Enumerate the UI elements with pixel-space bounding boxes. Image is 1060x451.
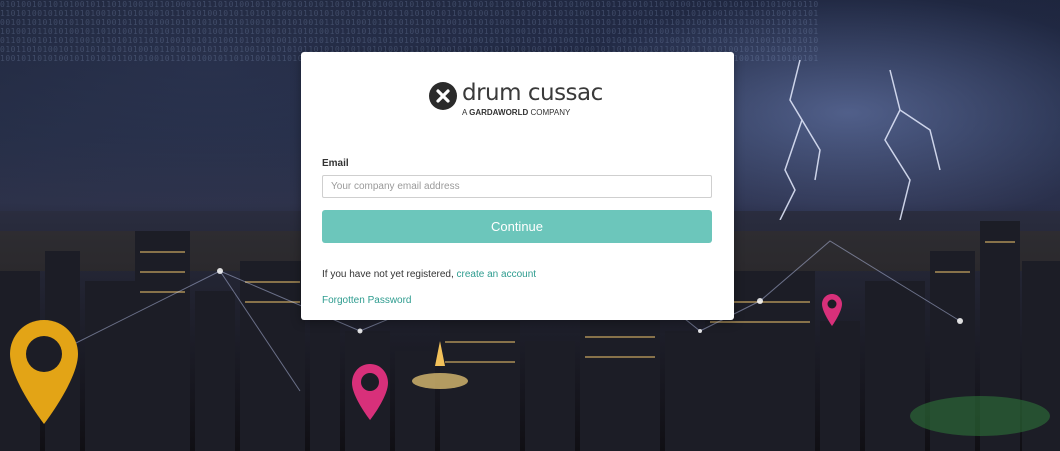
logo-wordmark: drum cussac — [462, 80, 603, 106]
register-text: If you have not yet registered, — [322, 269, 457, 280]
email-label: Email — [322, 158, 349, 169]
create-account-link[interactable]: create an account — [457, 269, 537, 280]
login-page: 0101001011010100101110101001011010001011… — [0, 0, 1060, 451]
drum-cussac-logo-icon — [429, 82, 457, 110]
logo-tagline: A GARDAWORLD COMPANY — [462, 108, 571, 117]
pink-map-pin-icon — [352, 364, 388, 420]
email-input[interactable] — [322, 175, 712, 198]
red-map-pin-icon — [822, 294, 842, 326]
company-logo: drum cussac A GARDAWORLD COMPANY — [429, 80, 609, 122]
yellow-map-pin-icon — [10, 320, 78, 424]
register-prompt: If you have not yet registered, create a… — [322, 269, 536, 280]
forgotten-password-link[interactable]: Forgotten Password — [322, 295, 412, 306]
login-card: drum cussac A GARDAWORLD COMPANY Email C… — [301, 52, 734, 320]
lightning-illustration — [779, 60, 941, 220]
continue-button[interactable]: Continue — [322, 210, 712, 243]
